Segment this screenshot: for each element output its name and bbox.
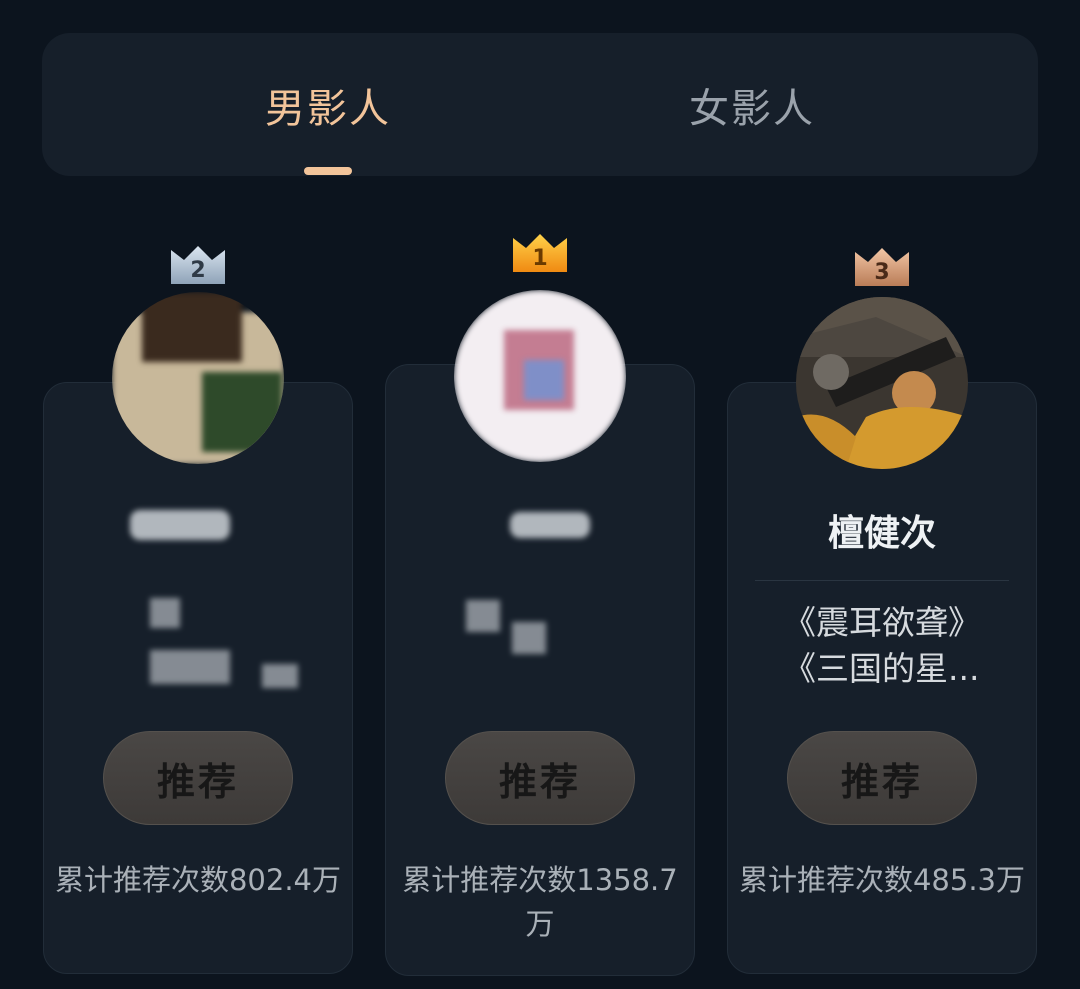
active-tab-indicator [304, 167, 352, 175]
gold-crown-icon: 1 [511, 232, 569, 276]
works-rank-1 [466, 600, 500, 632]
avatar-rank-3[interactable] [796, 297, 968, 469]
works-rank-2-line2 [150, 650, 230, 684]
works-rank-2 [150, 598, 180, 628]
recommend-count: 累计推荐次数485.3万 [738, 863, 1026, 897]
works-rank-1-line2 [512, 622, 546, 654]
recommend-button[interactable]: 推荐 [103, 731, 293, 825]
work-title: 《三国的星... [783, 649, 980, 688]
tab-male[interactable]: 男影人 [265, 76, 391, 134]
name-rank-2 [130, 510, 230, 540]
recommend-button[interactable]: 推荐 [787, 731, 977, 825]
divider [755, 580, 1009, 581]
gender-tab-bar: 男影人 女影人 [42, 33, 1038, 176]
avatar-rank-1[interactable] [454, 290, 626, 462]
photo-image [796, 297, 968, 469]
rank-number: 1 [532, 246, 548, 271]
work-title: 《震耳欲聋》 [783, 603, 981, 642]
recommend-count: 累计推荐次数802.4万 [54, 863, 342, 897]
recommend-button[interactable]: 推荐 [445, 731, 635, 825]
silver-crown-icon: 2 [169, 244, 227, 288]
name-rank-1 [510, 512, 590, 538]
ranking-page: 男影人 女影人 2 1 3 檀健次 《震耳欲聋》 《三国的星... 推荐 推荐 … [0, 0, 1080, 989]
rank-number: 2 [190, 258, 206, 283]
recommend-count: 累计推荐次数1358.7万 [402, 863, 678, 941]
rank-number: 3 [874, 260, 890, 285]
works-rank-3: 《震耳欲聋》 《三国的星... [783, 600, 981, 692]
bronze-crown-icon: 3 [853, 246, 911, 290]
avatar-rank-2[interactable] [112, 292, 284, 464]
name-rank-3: 檀健次 [827, 513, 937, 554]
tab-female[interactable]: 女影人 [689, 76, 815, 134]
works-rank-2-line3 [262, 664, 298, 688]
